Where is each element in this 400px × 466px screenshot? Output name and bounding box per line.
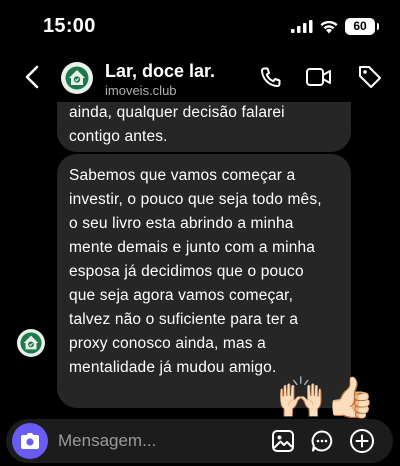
message-line: proxy conosco ainda, mas a	[69, 335, 266, 352]
chat-header: Lar, doce lar. imoveis.club	[0, 52, 400, 102]
house-logo-icon	[20, 332, 42, 354]
thumbs-up-emoji[interactable]: 👍🏻	[326, 374, 376, 420]
tag-button[interactable]	[356, 63, 384, 91]
audio-call-button[interactable]	[257, 63, 285, 91]
tag-icon	[359, 66, 381, 88]
contact-username[interactable]: imoveis.club	[105, 83, 177, 98]
contact-name[interactable]: Lar, doce lar.	[105, 61, 215, 82]
raising-hands-emoji[interactable]: 🙌🏻	[276, 374, 326, 420]
back-button[interactable]	[20, 60, 44, 94]
message-line: investir, o pouco que seja todo mês,	[69, 191, 322, 208]
more-options-button[interactable]	[348, 427, 376, 455]
message-composer	[6, 419, 393, 463]
wifi-icon	[320, 20, 338, 34]
message-line: que seja agora vamos começar,	[69, 287, 294, 304]
gallery-button[interactable]	[269, 427, 297, 455]
message-bubble[interactable]: ainda, qualquer decisão falarei contigo …	[57, 102, 351, 152]
contact-avatar[interactable]	[61, 62, 93, 94]
back-chevron-icon	[25, 65, 39, 89]
sent-reactions[interactable]: 🙌🏻 👍🏻	[276, 370, 376, 420]
video-camera-icon	[306, 68, 331, 86]
status-bar: 15:00 60	[0, 0, 400, 52]
gallery-icon	[272, 430, 294, 452]
camera-button[interactable]	[12, 423, 48, 459]
battery-icon: 60	[345, 18, 379, 35]
message-line: o seu livro esta abrindo a minha	[69, 215, 294, 232]
phone-icon	[261, 67, 281, 87]
sticker-button[interactable]	[308, 427, 336, 455]
message-line: ainda, qualquer decisão falarei	[69, 104, 285, 121]
message-line: talvez não o suficiente para ter a	[69, 311, 299, 328]
message-line: contigo antes.	[69, 128, 168, 145]
message-input[interactable]	[58, 419, 258, 463]
video-call-button[interactable]	[305, 63, 333, 91]
message-line: Sabemos que vamos começar a	[69, 167, 296, 184]
signal-icon	[291, 20, 313, 33]
camera-icon	[21, 433, 39, 449]
house-logo-icon	[65, 66, 89, 90]
sender-avatar[interactable]	[17, 329, 45, 357]
message-line: esposa já decidimos que o pouco	[69, 263, 304, 280]
message-thread[interactable]: ainda, qualquer decisão falarei contigo …	[0, 102, 400, 420]
battery-level: 60	[353, 19, 367, 33]
status-time: 15:00	[43, 15, 96, 37]
sticker-icon	[311, 430, 333, 452]
plus-icon	[350, 429, 374, 453]
message-line: mente demais e junto com a minha	[69, 239, 316, 256]
